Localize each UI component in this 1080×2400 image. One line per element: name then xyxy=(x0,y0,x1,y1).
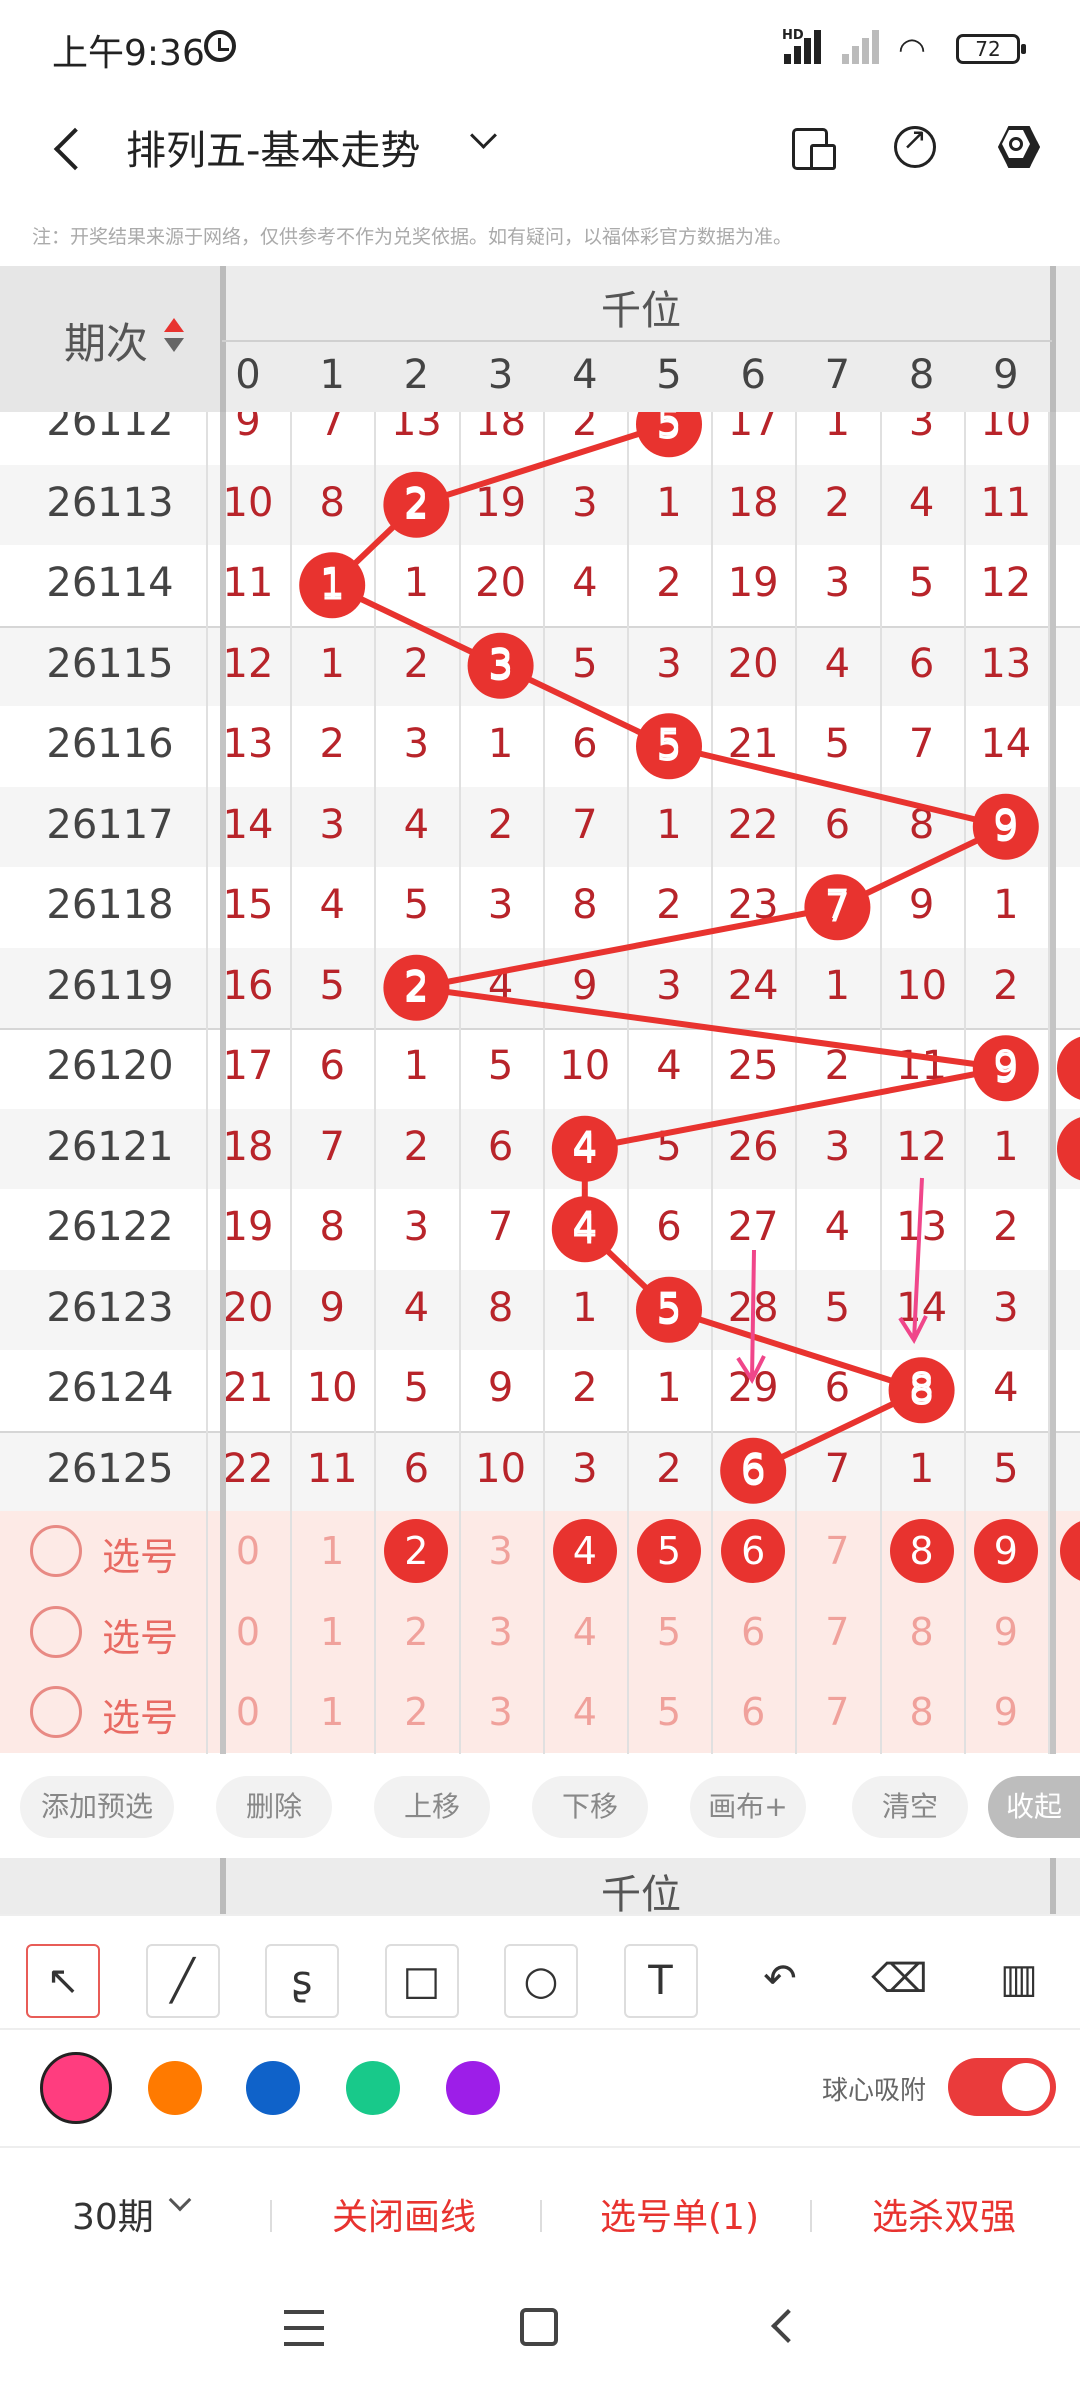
color-swatch-1[interactable] xyxy=(148,2061,202,2115)
curve-tool-icon[interactable]: ʂ xyxy=(265,1944,339,2018)
table-header: 期次 千位 0 1 2 3 4 5 6 7 8 9 xyxy=(0,266,1080,412)
text-tool-icon[interactable]: T xyxy=(623,1944,698,2018)
color-swatch-4[interactable] xyxy=(446,2061,500,2115)
trend-cell: 4 xyxy=(572,1123,598,1170)
color-palette: 球心吸附 xyxy=(0,2030,1080,2148)
bottom-group-header: 千位 xyxy=(601,1872,681,1918)
digit-header-5: 5 xyxy=(656,352,682,398)
back-icon[interactable] xyxy=(44,120,104,180)
trend-cell: 2 xyxy=(403,962,430,1009)
menu-icon[interactable] xyxy=(284,2310,324,2346)
drawn-arrow xyxy=(898,1177,928,1345)
trend-cell: 9 xyxy=(993,1043,1019,1090)
digit-header-0: 0 xyxy=(235,352,261,398)
share-icon[interactable] xyxy=(890,122,938,170)
snap-label: 球心吸附 xyxy=(822,2076,927,2106)
eraser-icon[interactable]: ⌫ xyxy=(863,1944,937,2018)
signal-icon xyxy=(784,28,828,64)
signal-2-icon xyxy=(842,28,886,64)
table-body: 26112 9 7 13 18 2 5 17 1 3 10 26113 10 8 2 19 3 1 18 2 4 11 26… xyxy=(0,412,1080,1754)
digit-header-1: 1 xyxy=(319,352,345,398)
trend-cell: 6 xyxy=(740,1445,766,1492)
trend-cell: 7 xyxy=(824,882,851,929)
color-swatch-2[interactable] xyxy=(246,2061,300,2115)
rect-tool-icon[interactable]: □ xyxy=(384,1944,459,2018)
drawn-arrow xyxy=(736,1249,766,1385)
trend-cell: 8 xyxy=(908,1365,935,1412)
snap-toggle[interactable] xyxy=(948,2058,1056,2116)
digit-header-3: 3 xyxy=(487,352,514,398)
toolbar-button-3[interactable]: 下移 xyxy=(532,1776,648,1838)
battery-icon: 72 xyxy=(956,34,1026,64)
battery-level: 72 xyxy=(975,37,1001,61)
sort-down-icon[interactable] xyxy=(164,338,184,352)
period-header-label: 期次 xyxy=(64,319,149,368)
home-icon[interactable] xyxy=(520,2308,558,2346)
toolbar-button-4[interactable]: 画布+ xyxy=(690,1776,806,1838)
line-tool-icon[interactable]: ╱ xyxy=(145,1944,220,2018)
undo-icon[interactable]: ↶ xyxy=(743,1944,817,2018)
digit-header-4: 4 xyxy=(572,352,598,398)
bottom-group-header-bar: 千位 xyxy=(0,1858,1080,1918)
next-column-ball xyxy=(1057,1117,1080,1181)
trend-cell: 1 xyxy=(319,560,345,607)
back-nav-icon[interactable] xyxy=(766,2309,805,2344)
circle-tool-icon[interactable]: ○ xyxy=(504,1944,578,2018)
wifi-icon: ◠ xyxy=(898,30,926,68)
trend-cell: 9 xyxy=(993,801,1019,848)
period-count-select[interactable]: 30期 xyxy=(72,2188,154,2240)
digit-header-8: 8 xyxy=(908,352,935,398)
period-column-header[interactable]: 期次 xyxy=(0,266,220,412)
trend-table: 期次 千位 0123456789 26112 9 7 13 18 2 5 17 1 3 10 2611… xyxy=(0,266,1080,1754)
filter-button[interactable]: 选杀双强 xyxy=(872,2188,1016,2240)
chevron-down-icon[interactable] xyxy=(168,2188,196,2216)
data-disclaimer: 注：开奖结果来源于网络，仅供参考不作为兑奖依据。如有疑问，以福体彩官方数据为准。 xyxy=(32,226,793,248)
draw-tools-row: ↖ ╱ ʂ □ ○ T ↶ ⌫ ▥ xyxy=(0,1914,1080,2030)
chevron-down-icon[interactable] xyxy=(468,124,498,154)
layout-icon[interactable] xyxy=(788,122,836,170)
page-title[interactable]: 排列五-基本走势 xyxy=(126,118,420,176)
toolbar-button-6[interactable]: 收起 xyxy=(988,1776,1080,1838)
alarm-icon xyxy=(204,30,236,62)
pick-toolbar: 添加预选 删除 上移 下移 画布+ 清空 收起 xyxy=(0,1754,1080,1858)
system-nav-bar xyxy=(0,2270,1080,2400)
digit-header-6: 6 xyxy=(740,352,766,398)
pick-list-button[interactable]: 选号单(1) xyxy=(600,2188,759,2240)
bottom-action-bar: 30期 关闭画线 选号单(1) 选杀双强 xyxy=(0,2150,1080,2270)
status-bar: 上午9:36 HD ◠ 72 xyxy=(0,0,1080,100)
trend-line-overlay: 5 2 1 3 5 9 7 2 9 4 4 5 8 6 xyxy=(299,412,1080,1504)
color-swatch-0[interactable] xyxy=(40,2052,112,2124)
trend-cell: 5 xyxy=(656,412,682,446)
trend-cell: 3 xyxy=(487,640,514,687)
close-draw-button[interactable]: 关闭画线 xyxy=(332,2188,476,2240)
toolbar-button-0[interactable]: 添加预选 xyxy=(20,1776,174,1838)
sort-up-icon[interactable] xyxy=(164,318,184,332)
next-column-ball xyxy=(1057,1036,1080,1100)
trend-cell: 4 xyxy=(572,1204,598,1251)
digit-header-2: 2 xyxy=(403,352,430,398)
digit-header-7: 7 xyxy=(824,352,851,398)
toolbar-button-5[interactable]: 清空 xyxy=(852,1776,968,1838)
group-header-thousands: 千位 xyxy=(601,288,681,334)
digit-header-9: 9 xyxy=(993,352,1019,398)
color-swatch-3[interactable] xyxy=(346,2061,400,2115)
trend-cell: 2 xyxy=(403,479,430,526)
settings-icon[interactable] xyxy=(994,122,1042,170)
toolbar-button-1[interactable]: 删除 xyxy=(216,1776,332,1838)
trend-cell: 5 xyxy=(656,1284,682,1331)
trend-cell: 5 xyxy=(656,721,682,768)
status-time: 上午9:36 xyxy=(52,33,205,74)
app-header: 排列五-基本走势 xyxy=(0,100,1080,210)
clear-brush-icon[interactable]: ▥ xyxy=(982,1944,1056,2018)
arrow-tool-icon[interactable]: ↖ xyxy=(26,1944,100,2018)
toolbar-button-2[interactable]: 上移 xyxy=(374,1776,490,1838)
